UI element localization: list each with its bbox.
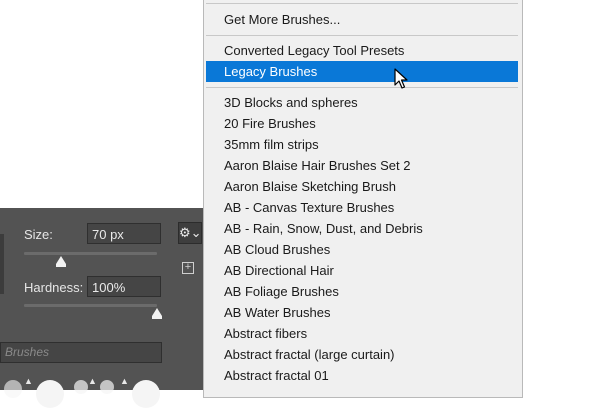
size-label: Size: bbox=[24, 227, 53, 242]
menu-item-brush-set[interactable]: Abstract fractal (large curtain) bbox=[206, 344, 518, 365]
menu-separator bbox=[206, 3, 518, 4]
menu-item-legacy-brushes[interactable]: Legacy Brushes bbox=[206, 61, 518, 82]
plus-box-icon[interactable]: + bbox=[182, 262, 194, 274]
pin-icon: ▲ bbox=[88, 376, 97, 386]
menu-item-brush-set[interactable]: AB Cloud Brushes bbox=[206, 239, 518, 260]
mouse-cursor-icon bbox=[394, 68, 408, 89]
brush-settings-panel: Size: 70 px Hardness: 100% ⚙⌄ + Brushes … bbox=[0, 208, 204, 408]
menu-item-brush-set[interactable]: AB - Canvas Texture Brushes bbox=[206, 197, 518, 218]
menu-item-brush-set[interactable]: AB Directional Hair bbox=[206, 260, 518, 281]
pin-icon: ▲ bbox=[120, 376, 129, 386]
panel-left-edge bbox=[0, 234, 4, 294]
menu-separator bbox=[206, 35, 518, 36]
menu-item-brush-set[interactable]: AB Water Brushes bbox=[206, 302, 518, 323]
menu-item-brush-set[interactable]: 35mm film strips bbox=[206, 134, 518, 155]
menu-item-brush-set[interactable]: Aaron Blaise Sketching Brush bbox=[206, 176, 518, 197]
size-slider-thumb[interactable] bbox=[56, 256, 67, 267]
menu-item-converted-legacy-tool-presets[interactable]: Converted Legacy Tool Presets bbox=[206, 40, 518, 61]
menu-separator bbox=[206, 87, 518, 88]
brush-thumb-2[interactable] bbox=[36, 380, 64, 408]
brush-thumb-5[interactable] bbox=[132, 380, 160, 408]
brush-thumb-3[interactable] bbox=[74, 380, 88, 394]
hardness-slider-thumb[interactable] bbox=[152, 308, 162, 319]
brush-preset-menu: Get More Brushes... Converted Legacy Too… bbox=[203, 0, 523, 398]
menu-item-brush-set[interactable]: Abstract fractal 01 bbox=[206, 365, 518, 386]
hardness-input[interactable]: 100% bbox=[87, 276, 161, 297]
menu-item-brush-set[interactable]: 20 Fire Brushes bbox=[206, 113, 518, 134]
brush-thumbnails: ▲ ▲ ▲ bbox=[0, 374, 170, 408]
menu-item-get-more-brushes[interactable]: Get More Brushes... bbox=[206, 9, 518, 30]
menu-item-brush-set[interactable]: Abstract fibers bbox=[206, 323, 518, 344]
hardness-slider-track[interactable] bbox=[24, 304, 157, 307]
menu-item-brush-set[interactable]: AB Foliage Brushes bbox=[206, 281, 518, 302]
pin-icon: ▲ bbox=[24, 376, 33, 386]
menu-item-brush-set[interactable]: AB - Rain, Snow, Dust, and Debris bbox=[206, 218, 518, 239]
brush-thumb-1[interactable] bbox=[4, 380, 22, 398]
brush-thumb-4[interactable] bbox=[100, 380, 114, 394]
hardness-label: Hardness: bbox=[24, 280, 84, 295]
menu-item-brush-set[interactable]: 3D Blocks and spheres bbox=[206, 92, 518, 113]
brush-search-input[interactable]: Brushes bbox=[0, 342, 162, 363]
menu-item-brush-set[interactable]: Aaron Blaise Hair Brushes Set 2 bbox=[206, 155, 518, 176]
gear-icon[interactable]: ⚙⌄ bbox=[178, 222, 202, 244]
size-slider-track[interactable] bbox=[24, 252, 157, 255]
size-input[interactable]: 70 px bbox=[87, 223, 161, 244]
